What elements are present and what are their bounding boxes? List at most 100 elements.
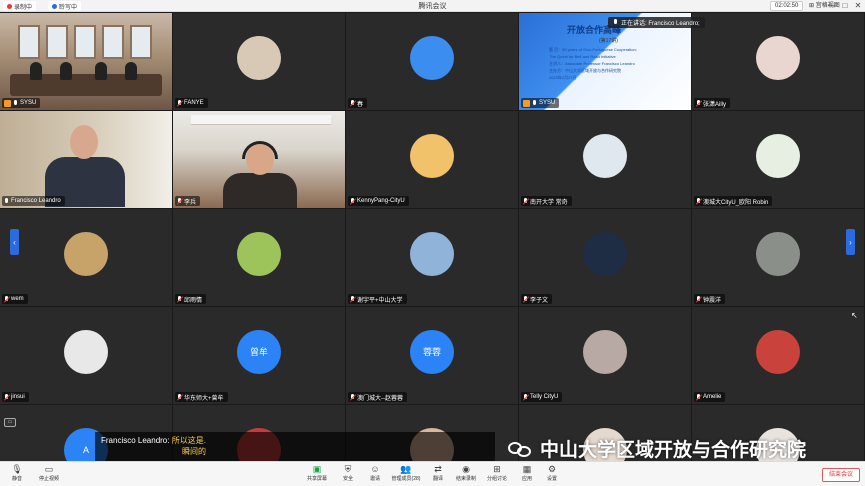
settings-icon: ⚙ — [547, 464, 557, 474]
participant-tile[interactable]: 谢宇平+中山大学 — [346, 209, 518, 306]
video-grid: SYSU FANYE 春开放合作高峰 (第17讲) 题 目：50 years of Si… — [0, 13, 865, 486]
record-icon: ◉ — [462, 464, 470, 474]
slide-line: 主办方：中山大学区域开放与合作研究院 — [549, 68, 621, 73]
participant-video — [173, 111, 345, 208]
participant-name: Francisco Leandro — [11, 198, 61, 204]
previous-page-button[interactable]: ‹ — [10, 229, 19, 255]
shield-icon: ⛨ — [344, 464, 352, 474]
record-button[interactable]: ◉ 结束录制 — [449, 464, 483, 486]
settings-button[interactable]: ⚙ 设置 — [535, 464, 569, 486]
name-tag: Francisco Leandro — [2, 196, 65, 206]
share-screen-button[interactable]: ▣ 共享屏幕 — [300, 464, 334, 486]
breakout-button[interactable]: ⊞ 分组讨论 — [480, 464, 514, 486]
microphone-icon: 🎙 — [11, 464, 23, 474]
participant-tile[interactable]: KennyPang-CityU — [346, 111, 518, 208]
toolbar-label: 应用 — [521, 476, 532, 482]
participant-name: 邱雨情 — [184, 297, 203, 304]
participant-tile[interactable]: 邱雨情 — [173, 209, 345, 306]
avatar — [410, 35, 454, 80]
invite-button[interactable]: ☺ 邀请 — [358, 464, 392, 486]
video-icon: ▭ — [44, 464, 54, 474]
participant-name: 谢宇平+中山大学 — [357, 297, 403, 304]
mic-muted-icon — [350, 99, 355, 107]
video-button[interactable]: ▭ 停止视频 — [32, 464, 66, 486]
toolbar-label: 设置 — [546, 476, 557, 482]
slide-issue: (第17讲) — [599, 38, 618, 44]
toolbar-label: 邀请 — [369, 476, 380, 482]
name-tag: KennyPang-CityU — [348, 196, 409, 206]
name-tag: 华东师大+曾牟 — [175, 392, 228, 402]
next-page-button[interactable]: › — [846, 229, 855, 255]
chevron-right-icon: › — [849, 237, 852, 247]
participant-tile[interactable]: 南开大学 常奇 — [519, 111, 691, 208]
avatar — [756, 133, 800, 178]
participant-name: 南开大学 常奇 — [530, 199, 568, 206]
participant-tile[interactable]: 钟震洋 — [692, 209, 864, 306]
name-tag: 谢宇平+中山大学 — [348, 294, 407, 304]
participant-tile[interactable]: FANYE — [173, 13, 345, 110]
participant-tile[interactable]: 李兵 — [173, 111, 345, 208]
toolbar-label: 安全 — [342, 476, 353, 482]
mic-muted-icon — [350, 197, 355, 205]
avatar — [583, 133, 627, 178]
participant-name: 李子文 — [530, 297, 549, 304]
name-tag: 钟震洋 — [694, 294, 726, 304]
meeting-timer: 02:02:50 — [770, 1, 804, 11]
participant-tile[interactable]: 李子文 — [519, 209, 691, 306]
name-tag: Telly CityU — [521, 392, 563, 402]
mic-muted-icon — [177, 393, 182, 401]
toolbar-label: 结束录制 — [455, 476, 476, 482]
mic-icon — [13, 99, 18, 107]
self-view-toggle[interactable]: ▭ — [4, 418, 16, 427]
meeting-window: 录制中 聆写中 腾讯会议 02:02:50 ⊞ 宫格视图 — □ ✕ SYSU F… — [0, 0, 865, 486]
participant-name: 澳城大CityU_欧阳 Robin — [703, 199, 769, 206]
mic-muted-icon — [4, 393, 9, 401]
participant-tile[interactable]: jinsui — [0, 307, 172, 404]
caption-line-1: 所以这是. — [171, 436, 206, 445]
participant-tile[interactable]: wem — [0, 209, 172, 306]
toolbar-label: 共享屏幕 — [306, 476, 327, 482]
name-tag: Amelie — [694, 392, 726, 402]
mic-muted-icon — [696, 295, 701, 303]
name-tag: 张潇Ailly — [694, 98, 731, 108]
members-button[interactable]: 👥 管理成员(28) — [389, 464, 423, 486]
participant-tile[interactable]: 曾牟 华东师大+曾牟 — [173, 307, 345, 404]
mic-muted-icon — [4, 295, 9, 303]
avatar — [410, 231, 454, 276]
mic-muted-icon — [696, 393, 701, 401]
live-caption: Francisco Leandro: 所以这是. 瞬间的 — [95, 432, 495, 462]
mic-muted-icon — [177, 99, 182, 107]
close-icon[interactable]: ✕ — [852, 0, 864, 12]
participant-name: 华东师大+曾牟 — [184, 395, 224, 402]
participant-tile[interactable]: 蓉蓉 澳门城大--赵蓉蓉 — [346, 307, 518, 404]
participant-tile[interactable]: SYSU — [0, 13, 172, 110]
name-tag: 澳城大CityU_欧阳 Robin — [694, 196, 773, 206]
participant-name: 李兵 — [184, 199, 197, 206]
slide-line: The Quest for Belt and Road Initiative — [549, 54, 616, 59]
participant-tile[interactable]: 张潇Ailly — [692, 13, 864, 110]
participant-tile[interactable]: Amelie — [692, 307, 864, 404]
microphone-button[interactable]: 🎙 静音 — [0, 464, 34, 486]
slide-line: 2023年2月27日 — [549, 75, 577, 80]
translate-icon: ⇄ — [434, 464, 442, 474]
toolbar-label: 分组讨论 — [486, 476, 507, 482]
maximize-icon[interactable]: □ — [839, 0, 851, 12]
apps-icon: ▦ — [522, 464, 532, 474]
participant-tile[interactable]: 澳城大CityU_欧阳 Robin — [692, 111, 864, 208]
participant-tile[interactable]: Francisco Leandro — [0, 111, 172, 208]
host-icon — [4, 99, 11, 107]
name-tag: 澳门城大--赵蓉蓉 — [348, 392, 407, 402]
participant-tile[interactable]: 春 — [346, 13, 518, 110]
mic-muted-icon — [523, 393, 528, 401]
participant-name: Telly CityU — [530, 394, 559, 400]
participant-name: SYSU — [539, 100, 556, 106]
participant-name: SYSU — [20, 100, 37, 106]
participant-tile[interactable]: Telly CityU — [519, 307, 691, 404]
minimize-icon[interactable]: — — [826, 0, 838, 12]
mic-muted-icon — [696, 99, 701, 107]
toolbar-label: 翻译 — [432, 476, 443, 482]
invite-icon: ☺ — [370, 464, 380, 474]
host-icon — [523, 99, 530, 107]
mouse-pointer-icon: ↖ — [851, 311, 858, 320]
end-meeting-button[interactable]: 结束会议 — [822, 468, 860, 482]
